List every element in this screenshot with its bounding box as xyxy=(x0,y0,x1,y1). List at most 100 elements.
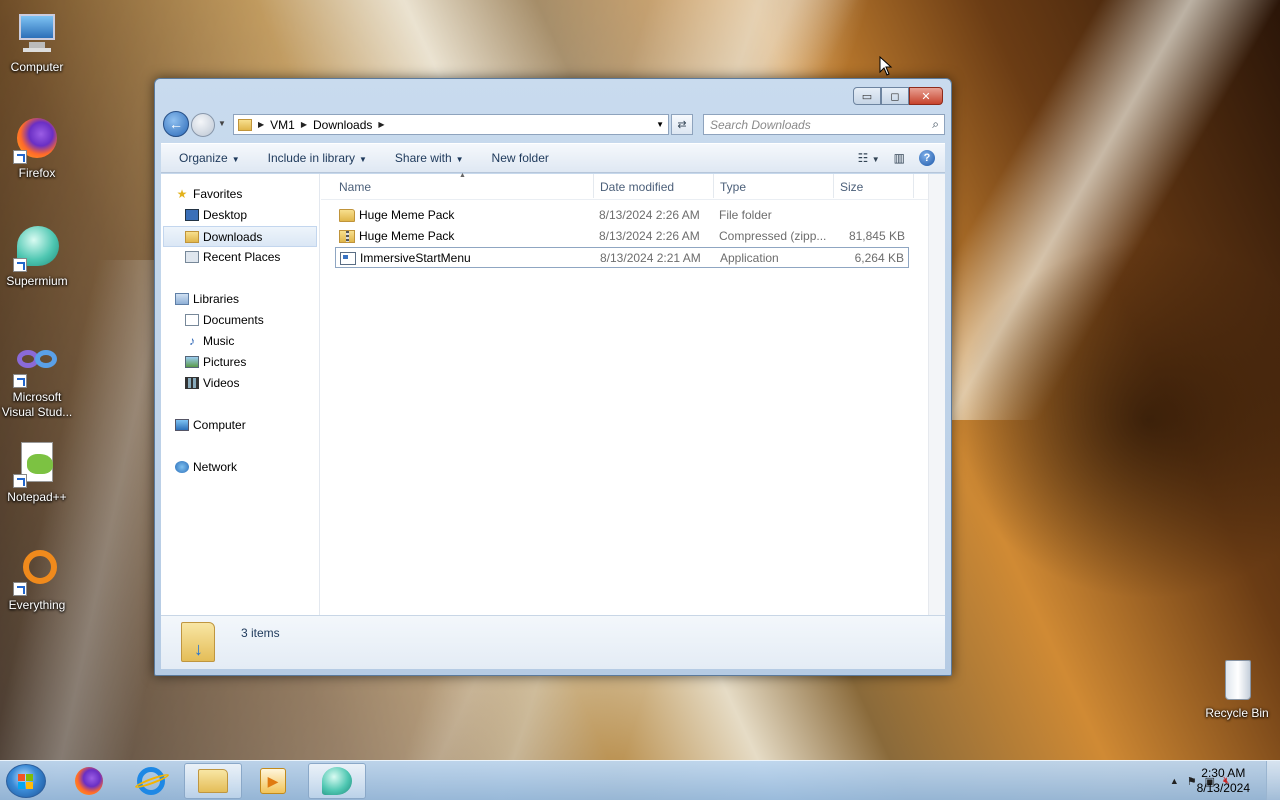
organize-label: Organize xyxy=(179,151,228,165)
everything-icon xyxy=(13,548,61,596)
download-arrow-icon: ↓ xyxy=(194,639,203,659)
view-options-button[interactable]: ☷ ▼ xyxy=(858,151,880,165)
chevron-down-icon: ▼ xyxy=(218,119,226,128)
nav-music[interactable]: ♪ Music xyxy=(161,331,319,352)
chevron-down-icon: ▼ xyxy=(455,155,464,164)
file-row[interactable]: Huge Meme Pack 8/13/2024 2:26 AM Compres… xyxy=(335,226,909,247)
media-player-icon: ▶ xyxy=(260,768,286,794)
help-icon[interactable]: ? xyxy=(919,150,935,166)
taskbar-media-player[interactable]: ▶ xyxy=(244,763,302,799)
preview-pane-button[interactable]: ▥ xyxy=(894,151,905,165)
desktop-icon-supermium[interactable]: Supermium xyxy=(0,224,77,289)
new-folder-button[interactable]: New folder xyxy=(474,151,559,165)
refresh-button[interactable]: ⇄ xyxy=(671,114,693,135)
back-button[interactable]: ← xyxy=(163,111,189,137)
start-button[interactable] xyxy=(6,764,46,798)
column-header-date-modified[interactable]: Date modified xyxy=(600,180,674,194)
application-icon xyxy=(340,252,356,265)
taskbar-firefox[interactable] xyxy=(60,763,118,799)
address-bar[interactable]: ▶ VM1 ▶ Downloads ▶ ▼ xyxy=(233,114,669,135)
zip-folder-icon xyxy=(339,230,355,243)
breadcrumb-separator-icon[interactable]: ▶ xyxy=(301,120,307,129)
address-dropdown-icon[interactable]: ▼ xyxy=(656,120,664,129)
show-desktop-button[interactable] xyxy=(1266,761,1280,800)
file-row[interactable]: Huge Meme Pack 8/13/2024 2:26 AM File fo… xyxy=(335,205,909,226)
internet-explorer-icon xyxy=(134,767,170,795)
breadcrumb-separator-icon[interactable]: ▶ xyxy=(378,120,384,129)
file-name: Huge Meme Pack xyxy=(359,229,455,243)
recent-pages-button[interactable]: ▼ xyxy=(218,119,226,128)
desktop-icon-recycle-bin[interactable]: Recycle Bin xyxy=(1197,656,1277,721)
taskbar-supermium[interactable] xyxy=(308,763,366,799)
share-with-button[interactable]: Share with ▼ xyxy=(377,151,474,165)
navigation-pane[interactable]: ★ Favorites Desktop Downloads Recent Plac… xyxy=(161,174,320,616)
desktop-icon-computer[interactable]: Computer xyxy=(0,10,77,75)
desktop-icon-visual-studio[interactable]: Microsoft Visual Stud... xyxy=(0,340,77,420)
column-header-type[interactable]: Type xyxy=(720,180,746,194)
nav-libraries[interactable]: Libraries xyxy=(161,289,319,310)
nav-label: Pictures xyxy=(203,355,247,369)
maximize-button[interactable]: ◻ xyxy=(881,87,909,105)
minimize-button[interactable]: ▭ xyxy=(853,87,881,105)
nav-recent-places[interactable]: Recent Places xyxy=(161,247,319,268)
file-name: Huge Meme Pack xyxy=(359,208,455,222)
file-name: ImmersiveStartMenu xyxy=(360,251,471,265)
share-with-label: Share with xyxy=(394,151,452,165)
search-icon[interactable]: ⌕ xyxy=(932,117,939,132)
breadcrumb-downloads[interactable]: Downloads xyxy=(313,118,372,132)
desktop-icon-label: Supermium xyxy=(6,274,68,288)
file-type: Compressed (zipp... xyxy=(719,229,827,243)
nav-label: Recent Places xyxy=(203,250,281,264)
nav-downloads[interactable]: Downloads xyxy=(163,226,317,247)
close-button[interactable]: ✕ xyxy=(909,87,943,105)
file-list-pane[interactable]: ▲ Name Date modified Type Size Huge Meme… xyxy=(321,172,945,616)
windows-logo-icon xyxy=(18,774,34,790)
libraries-icon xyxy=(175,293,189,305)
organize-button[interactable]: Organize ▼ xyxy=(161,151,250,165)
chevron-down-icon: ▼ xyxy=(231,155,240,164)
desktop-icon-everything[interactable]: Everything xyxy=(0,548,77,613)
file-row-focused[interactable]: ImmersiveStartMenu 8/13/2024 2:21 AM App… xyxy=(335,247,909,268)
file-date: 8/13/2024 2:21 AM xyxy=(600,251,701,265)
file-type: Application xyxy=(720,251,779,265)
explorer-window[interactable]: ▭ ◻ ✕ ← ▼ ▶ VM1 ▶ Downloads ▶ ▼ ⇄ Search… xyxy=(154,78,952,676)
maximize-icon: ◻ xyxy=(890,90,900,103)
supermium-icon xyxy=(322,767,352,795)
nav-label: Computer xyxy=(193,418,246,432)
nav-network[interactable]: Network xyxy=(161,457,319,478)
nav-computer[interactable]: Computer xyxy=(161,415,319,436)
forward-button[interactable] xyxy=(191,113,215,137)
vertical-scrollbar[interactable] xyxy=(928,174,945,616)
navigation-bar: ← ▼ ▶ VM1 ▶ Downloads ▶ ▼ ⇄ Search Downl… xyxy=(163,111,945,137)
taskbar-clock[interactable]: 2:30 AM 8/13/2024 xyxy=(1197,766,1250,796)
computer-icon xyxy=(175,419,189,431)
breadcrumb-separator-icon[interactable]: ▶ xyxy=(258,120,264,129)
column-header-size[interactable]: Size xyxy=(840,180,863,194)
desktop-icon-firefox[interactable]: Firefox xyxy=(0,116,77,181)
breadcrumb-vm1[interactable]: VM1 xyxy=(270,118,295,132)
content-area: ★ Favorites Desktop Downloads Recent Plac… xyxy=(161,172,945,616)
nav-desktop[interactable]: Desktop xyxy=(161,205,319,226)
taskbar-internet-explorer[interactable] xyxy=(122,763,180,799)
new-folder-label: New folder xyxy=(491,151,549,165)
clock-time: 2:30 AM xyxy=(1201,766,1246,780)
nav-videos[interactable]: Videos xyxy=(161,373,319,394)
taskbar-windows-explorer[interactable] xyxy=(184,763,242,799)
mouse-cursor-icon xyxy=(879,56,893,76)
show-hidden-icons-button[interactable]: ▲ xyxy=(1170,776,1179,786)
minimize-icon: ▭ xyxy=(861,90,873,103)
nav-documents[interactable]: Documents xyxy=(161,310,319,331)
nav-favorites[interactable]: ★ Favorites xyxy=(161,184,319,205)
nav-pictures[interactable]: Pictures xyxy=(161,352,319,373)
desktop-icon-label: Recycle Bin xyxy=(1205,706,1269,720)
file-date: 8/13/2024 2:26 AM xyxy=(599,229,700,243)
nav-label: Favorites xyxy=(193,187,243,201)
desktop-icon-notepadpp[interactable]: Notepad++ xyxy=(0,440,77,505)
music-note-icon: ♪ xyxy=(189,334,195,348)
action-center-flag-icon[interactable]: ⚑ xyxy=(1187,775,1197,788)
command-bar: Organize ▼ Include in library ▼ Share with… xyxy=(161,143,945,173)
search-input[interactable]: Search Downloads ⌕ xyxy=(703,114,945,135)
downloads-folder-icon xyxy=(238,118,252,131)
column-header-name[interactable]: Name xyxy=(339,180,371,194)
include-in-library-button[interactable]: Include in library ▼ xyxy=(250,151,377,165)
